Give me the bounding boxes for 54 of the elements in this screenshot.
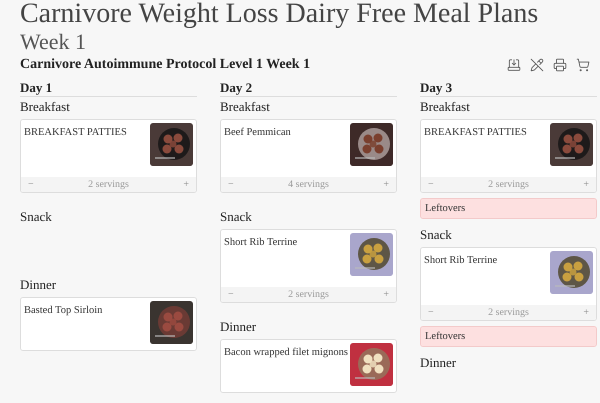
- week-title: Week 1: [20, 30, 88, 54]
- recipe-card[interactable]: BREAKFAST PATTIES − 2 servings +: [20, 119, 197, 193]
- servings-count: 2 servings: [488, 307, 529, 318]
- recipe-title: Beef Pemmican: [224, 126, 291, 140]
- recipe-title: Bacon wrapped filet mignons: [224, 346, 348, 360]
- meal-label: Dinner: [420, 355, 456, 370]
- tray-icon: [506, 58, 520, 72]
- recipe-title: Short Rib Terrine: [424, 254, 498, 268]
- increase-button[interactable]: +: [183, 179, 189, 190]
- leftovers-tag: Leftovers: [420, 198, 597, 219]
- recipe-card[interactable]: Beef Pemmican − 4 servings +: [220, 119, 397, 193]
- recipe-title: BREAKFAST PATTIES: [424, 126, 527, 140]
- increase-button[interactable]: +: [383, 289, 389, 300]
- recipe-card[interactable]: BREAKFAST PATTIES − 2 servings +: [420, 119, 597, 193]
- print-button[interactable]: [552, 58, 567, 72]
- decrease-button[interactable]: −: [28, 179, 34, 190]
- day-title: Day 2: [220, 80, 397, 97]
- decrease-button[interactable]: −: [228, 289, 234, 300]
- recipe-card[interactable]: Bacon wrapped filet mignons: [220, 339, 397, 393]
- pencil-slash-icon: [530, 58, 544, 72]
- meal-label: Snack: [220, 209, 252, 224]
- day-title: Day 1: [20, 80, 197, 97]
- day-title: Day 3: [420, 80, 597, 97]
- meal-label: Snack: [20, 209, 52, 224]
- recipe-title: Short Rib Terrine: [224, 236, 298, 250]
- servings-count: 4 servings: [288, 179, 329, 190]
- recipe-card[interactable]: Short Rib Terrine − 2 servings +: [420, 247, 597, 321]
- cart-button[interactable]: [575, 58, 590, 72]
- meal-label: Dinner: [220, 319, 256, 334]
- increase-button[interactable]: +: [583, 179, 589, 190]
- save-button[interactable]: [506, 58, 521, 72]
- recipe-title: Basted Top Sirloin: [24, 304, 102, 318]
- meal-label: Breakfast: [20, 99, 70, 114]
- recipe-card[interactable]: Basted Top Sirloin: [20, 297, 197, 351]
- servings-count: 2 servings: [88, 179, 129, 190]
- decrease-button[interactable]: −: [428, 307, 434, 318]
- meal-label: Snack: [420, 227, 452, 242]
- plan-title: Carnivore Autoimmune Protocol Level 1 Week 1: [20, 56, 310, 74]
- decrease-button[interactable]: −: [428, 179, 434, 190]
- cart-icon: [576, 58, 590, 72]
- servings-count: 2 servings: [488, 179, 529, 190]
- edit-off-button[interactable]: [529, 58, 544, 72]
- servings-count: 2 servings: [288, 289, 329, 300]
- print-icon: [552, 58, 566, 72]
- increase-button[interactable]: +: [383, 179, 389, 190]
- recipe-card[interactable]: Short Rib Terrine − 2 servings +: [220, 229, 397, 303]
- decrease-button[interactable]: −: [228, 179, 234, 190]
- meal-label: Dinner: [20, 277, 56, 292]
- recipe-title: BREAKFAST PATTIES: [24, 126, 127, 140]
- increase-button[interactable]: +: [583, 307, 589, 318]
- meal-label: Breakfast: [220, 99, 270, 114]
- leftovers-tag: Leftovers: [420, 326, 597, 347]
- page-title: Carnivore Weight Loss Dairy Free Meal Plans: [20, 0, 540, 28]
- meal-label: Breakfast: [420, 99, 470, 114]
